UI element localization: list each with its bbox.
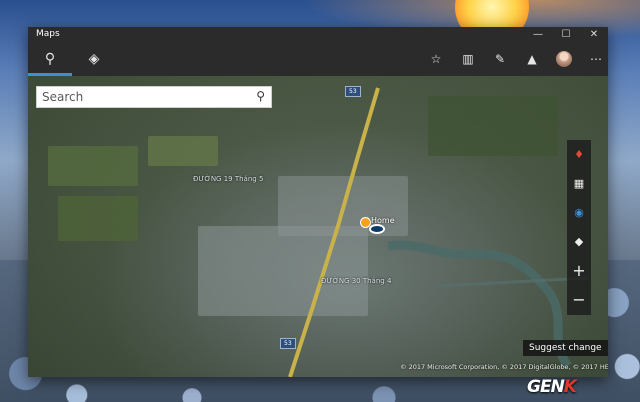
- favorites-button[interactable]: ☆: [422, 43, 450, 76]
- tab-directions[interactable]: ◈: [72, 43, 116, 76]
- watermark-prefix: GEN: [527, 377, 565, 397]
- zoom-out-button[interactable]: −: [567, 285, 591, 314]
- main-road: [288, 87, 380, 377]
- map-controls: ♦ ▦ ◉ ◆ + −: [567, 140, 591, 315]
- toolbar: ⚲ ◈ ☆ ▥ ✎ ▲ ⋯: [28, 43, 608, 76]
- road-label: ĐƯỜNG 19 Tháng 5: [193, 175, 264, 183]
- suggest-change-button[interactable]: Suggest change: [523, 340, 608, 356]
- compass-icon: ♦: [574, 148, 584, 161]
- maps-window: Maps — ☐ ✕ ⚲ ◈ ☆ ▥ ✎ ▲ ⋯ Search ⚲ 53 53 …: [28, 27, 608, 377]
- ink-button[interactable]: ✎: [486, 43, 514, 76]
- traffic-button[interactable]: ▥: [454, 43, 482, 76]
- search-box[interactable]: Search ⚲: [36, 86, 272, 108]
- watermark-suffix: K: [563, 377, 577, 397]
- tab-search[interactable]: ⚲: [28, 43, 72, 76]
- genk-watermark: GENK: [527, 377, 577, 397]
- 3d-cities-button[interactable]: ▲: [518, 43, 546, 76]
- map-view[interactable]: Search ⚲ 53 53 ĐƯỜNG 19 Tháng 5 ĐƯỜNG 30…: [28, 76, 608, 377]
- tilt-button[interactable]: ▦: [567, 169, 591, 198]
- close-button[interactable]: ✕: [580, 27, 608, 43]
- river-branch: [437, 276, 589, 288]
- zoom-in-button[interactable]: +: [567, 256, 591, 285]
- location-marker: [369, 224, 385, 234]
- minimize-button[interactable]: —: [524, 27, 552, 43]
- search-icon[interactable]: ⚲: [256, 89, 265, 103]
- search-input[interactable]: Search: [42, 90, 83, 104]
- maximize-button[interactable]: ☐: [552, 27, 580, 43]
- plus-icon: +: [572, 261, 586, 280]
- layers-icon: ◆: [574, 235, 584, 248]
- map-copyright: © 2017 Microsoft Corporation, © 2017 Dig…: [400, 363, 608, 371]
- locate-me-button[interactable]: ◉: [567, 198, 591, 227]
- avatar[interactable]: [556, 51, 572, 67]
- map-layers-button[interactable]: ◆: [567, 227, 591, 256]
- road-shield: 53: [345, 86, 361, 97]
- directions-icon: ◈: [88, 51, 100, 67]
- map-overlay: [288, 87, 589, 377]
- traffic-icon: ▥: [462, 52, 474, 66]
- favorites-icon: ☆: [430, 52, 442, 66]
- minus-icon: −: [572, 290, 586, 309]
- 3d-cities-icon: ▲: [527, 52, 537, 66]
- ink-icon: ✎: [494, 52, 506, 66]
- more-button[interactable]: ⋯: [582, 43, 608, 76]
- tilt-icon: ▦: [573, 177, 585, 190]
- road-label: ĐƯỜNG 30 Tháng 4: [321, 277, 392, 285]
- window-title: Maps: [36, 29, 60, 39]
- locate-me-icon: ◉: [574, 206, 584, 219]
- title-bar[interactable]: Maps — ☐ ✕: [28, 27, 608, 43]
- search-icon: ⚲: [44, 51, 56, 67]
- more-icon: ⋯: [590, 52, 602, 66]
- road-shield: 53: [280, 338, 296, 349]
- compass-button[interactable]: ♦: [567, 140, 591, 169]
